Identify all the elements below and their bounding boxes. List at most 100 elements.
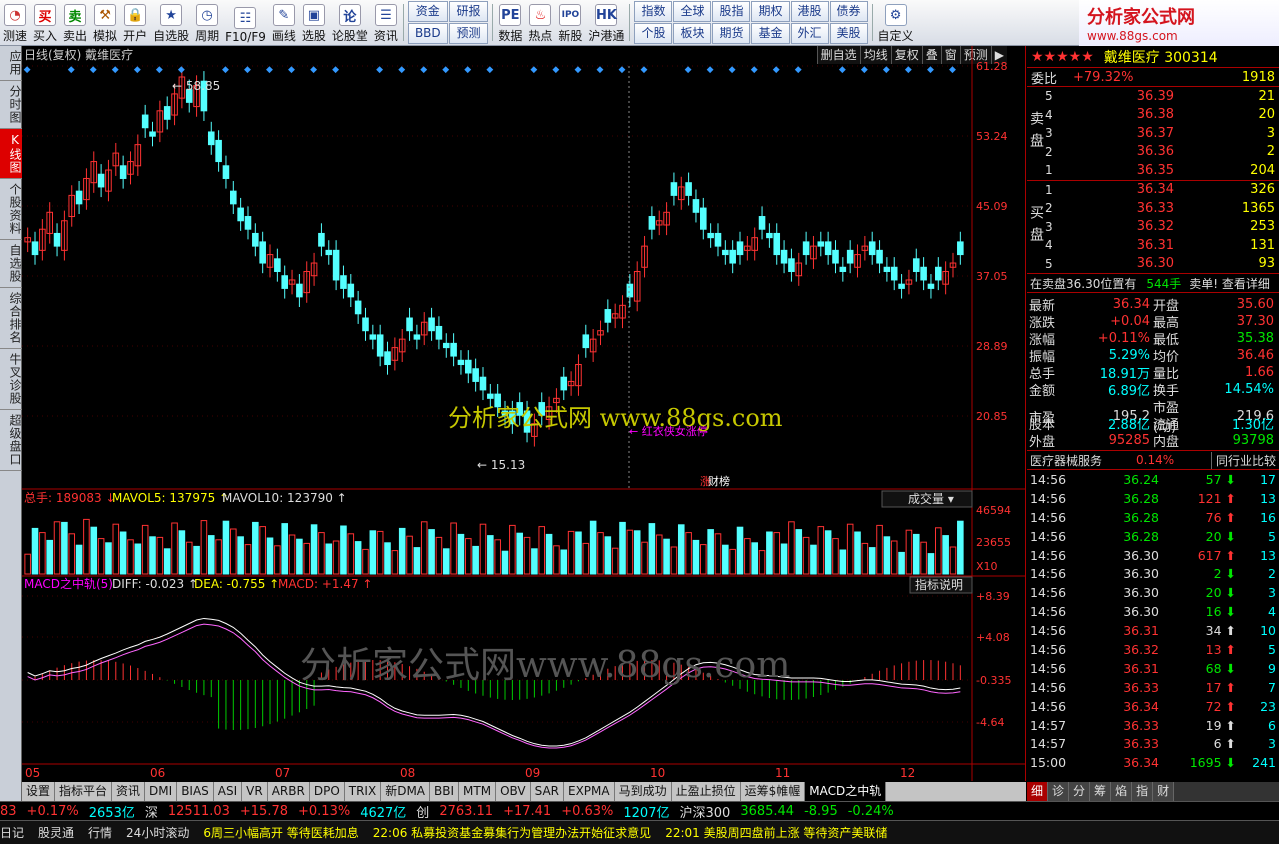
indicator-tab-7[interactable]: ARBR <box>268 782 310 801</box>
market-grid-button-1[interactable]: 全球 <box>673 1 712 22</box>
ask-row[interactable]: 4 36.38 20 <box>1045 106 1279 125</box>
order-hint[interactable]: 在卖盘36.30位置有 544手 卖单! 查看详细 <box>1027 274 1279 293</box>
market-grid-button-7[interactable]: 板块 <box>673 23 712 44</box>
indicator-tab-13[interactable]: OBV <box>496 782 531 801</box>
news-item[interactable]: 6周三小幅高开 等待医耗加息 <box>203 824 358 841</box>
ask-row[interactable]: 2 36.36 2 <box>1045 143 1279 162</box>
panel-tab-0[interactable]: 细 <box>1027 782 1049 801</box>
left-tab-5[interactable]: 综合排名 <box>0 288 22 349</box>
volume-bar <box>24 553 31 575</box>
toolbar-button-8[interactable]: ✎ 画线 <box>269 0 299 46</box>
indicator-tab-10[interactable]: 新DMA <box>381 782 431 801</box>
ask-row[interactable]: 5 36.39 21 <box>1045 87 1279 106</box>
market-button-0[interactable]: PE 数据 <box>495 0 525 46</box>
grid-button-2[interactable]: BBD <box>407 23 448 44</box>
kline-chart-area[interactable]: 日线(复权) 戴维医疗 删自选 均线 复权叠窗预测 ▶ 61.28 53.24 45.09… <box>22 46 1026 781</box>
volume-bar <box>215 539 222 575</box>
market-grid-button-6[interactable]: 个股 <box>634 23 673 44</box>
panel-tab-5[interactable]: 指 <box>1132 782 1154 801</box>
market-grid-button-5[interactable]: 债券 <box>829 1 868 22</box>
grid-button-0[interactable]: 资金 <box>407 1 448 22</box>
bid-row[interactable]: 2 36.33 1365 <box>1045 199 1279 218</box>
market-button-2[interactable]: IPO 新股 <box>555 0 585 46</box>
toolbar-button-4[interactable]: 🔒 开户 <box>120 0 150 46</box>
panel-tab-6[interactable]: 财 <box>1153 782 1175 801</box>
news-item[interactable]: 股灵通 <box>38 824 74 841</box>
news-item[interactable]: 22:06 私募投资基金募集行为管理办法开始征求意见 <box>373 824 651 841</box>
order-hint-link[interactable]: 卖单! 查看详细 <box>1189 275 1270 292</box>
indicator-tab-15[interactable]: EXPMA <box>564 782 615 801</box>
indicator-tab-4[interactable]: BIAS <box>177 782 214 801</box>
toolbar-button-7[interactable]: ☷ F10/F9 <box>222 0 269 46</box>
rating-stars-icon: ★★★★★ <box>1031 48 1094 65</box>
index-ticker[interactable]: 83 +0.17% 2653亿深 12511.03 +15.78 +0.13% 4627亿创… <box>0 801 1279 820</box>
market-grid-button-0[interactable]: 指数 <box>634 1 673 22</box>
bid-row[interactable]: 4 36.31 131 <box>1045 236 1279 255</box>
news-ticker[interactable]: 日记 股灵通 行情 24小时滚动 6周三小幅高开 等待医耗加息 22:06 私募投资基金募… <box>0 820 1279 844</box>
toolbar-button-10[interactable]: 论论股堂 <box>329 0 371 46</box>
indicator-tab-5[interactable]: ASI <box>214 782 243 801</box>
grid-button-3[interactable]: 预测 <box>448 23 489 44</box>
news-item[interactable]: 行情 <box>88 824 112 841</box>
panel-tab-1[interactable]: 诊 <box>1048 782 1070 801</box>
toolbar-button-5[interactable]: ★ 自选股 <box>150 0 192 46</box>
tick-list[interactable]: 14:56 36.24 57 ⬇ 17 14:56 36.28 121 ⬆ 13 14:56 36… <box>1027 470 1279 772</box>
toolbar-button-6[interactable]: ◷ 周期 <box>192 0 222 46</box>
indicator-tab-0[interactable]: 设置 <box>22 782 56 801</box>
market-grid-button-2[interactable]: 股指 <box>712 1 751 22</box>
toolbar-button-3[interactable]: ⚒ 模拟 <box>90 0 120 46</box>
candle-body <box>75 190 83 205</box>
custom-button[interactable]: ⚙ 自定义 <box>875 0 917 46</box>
market-grid-button-11[interactable]: 美股 <box>829 23 868 44</box>
bid-row[interactable]: 1 36.34 326 <box>1045 181 1279 200</box>
market-grid-button-3[interactable]: 期权 <box>751 1 790 22</box>
left-tab-7[interactable]: 超级盘口 <box>0 410 22 471</box>
indicator-tab-19[interactable]: MACD之中轨 <box>805 782 887 801</box>
left-tab-1[interactable]: 分时图 <box>0 81 22 129</box>
left-tab-4[interactable]: 自选股 <box>0 240 22 288</box>
market-grid-button-9[interactable]: 基金 <box>751 23 790 44</box>
market-grid-button-10[interactable]: 外汇 <box>790 23 829 44</box>
left-tab-6[interactable]: 牛叉诊股 <box>0 349 22 410</box>
indicator-tab-8[interactable]: DPO <box>310 782 345 801</box>
bid-row[interactable]: 5 36.30 93 <box>1045 255 1279 274</box>
news-item[interactable]: 24小时滚动 <box>126 824 189 841</box>
kline-svg: 61.28 53.24 45.09 37.05 28.89 20.85 ◆ ◆ ◆ ◆ ◆ ◆ ◆ ◆ ◆ ◆… <box>22 46 1026 781</box>
volume-bar <box>200 520 208 575</box>
market-grid-button-4[interactable]: 港股 <box>790 1 829 22</box>
market-button-1[interactable]: ♨ 热点 <box>525 0 555 46</box>
sector-row[interactable]: 医疗器械服务 0.14% 同行业比较 <box>1027 451 1279 470</box>
left-tab-0[interactable]: 应用 <box>0 46 22 81</box>
ask-row[interactable]: 1 36.35 204 <box>1045 161 1279 180</box>
toolbar-button-9[interactable]: ▣ 选股 <box>299 0 329 46</box>
indicator-tab-9[interactable]: TRIX <box>345 782 382 801</box>
panel-tab-2[interactable]: 分 <box>1069 782 1091 801</box>
badge-finance[interactable]: 财榜 <box>708 474 730 488</box>
indicator-tab-1[interactable]: 指标平台 <box>55 782 113 801</box>
toolbar-button-0[interactable]: ◔ 测速 <box>0 0 30 46</box>
peer-compare-button[interactable]: 同行业比较 <box>1210 451 1276 469</box>
indicator-tab-11[interactable]: BBI <box>430 782 460 801</box>
indicator-tab-18[interactable]: 运筹$帷幄 <box>741 782 806 801</box>
grid-button-1[interactable]: 研报 <box>448 1 489 22</box>
indicator-tab-17[interactable]: 止盈止损位 <box>672 782 741 801</box>
indicator-tab-16[interactable]: 马到成功 <box>615 782 672 801</box>
left-tab-3[interactable]: 个股资料 <box>0 179 22 240</box>
market-grid-button-8[interactable]: 期货 <box>712 23 751 44</box>
ask-row[interactable]: 3 36.37 3 <box>1045 124 1279 143</box>
left-tab-2[interactable]: K线图 <box>0 129 22 179</box>
toolbar-button-11[interactable]: ☰ 资讯 <box>371 0 401 46</box>
toolbar-button-1[interactable]: 买买入 <box>30 0 60 46</box>
panel-tab-4[interactable]: 焰 <box>1111 782 1133 801</box>
toolbar-button-2[interactable]: 卖卖出 <box>60 0 90 46</box>
panel-tab-3[interactable]: 筹 <box>1090 782 1112 801</box>
indicator-tab-14[interactable]: SAR <box>531 782 564 801</box>
bid-row[interactable]: 3 36.32 253 <box>1045 218 1279 237</box>
indicator-tab-6[interactable]: VR <box>242 782 268 801</box>
indicator-tab-12[interactable]: MTM <box>459 782 497 801</box>
indicator-tab-3[interactable]: DMI <box>145 782 178 801</box>
news-item[interactable]: 22:01 美股周四盘前上涨 等待资产美联储 <box>665 824 887 841</box>
news-item[interactable]: 日记 <box>0 824 24 841</box>
indicator-tab-2[interactable]: 资讯 <box>112 782 146 801</box>
market-button-3[interactable]: HK 沪港通 <box>585 0 627 46</box>
